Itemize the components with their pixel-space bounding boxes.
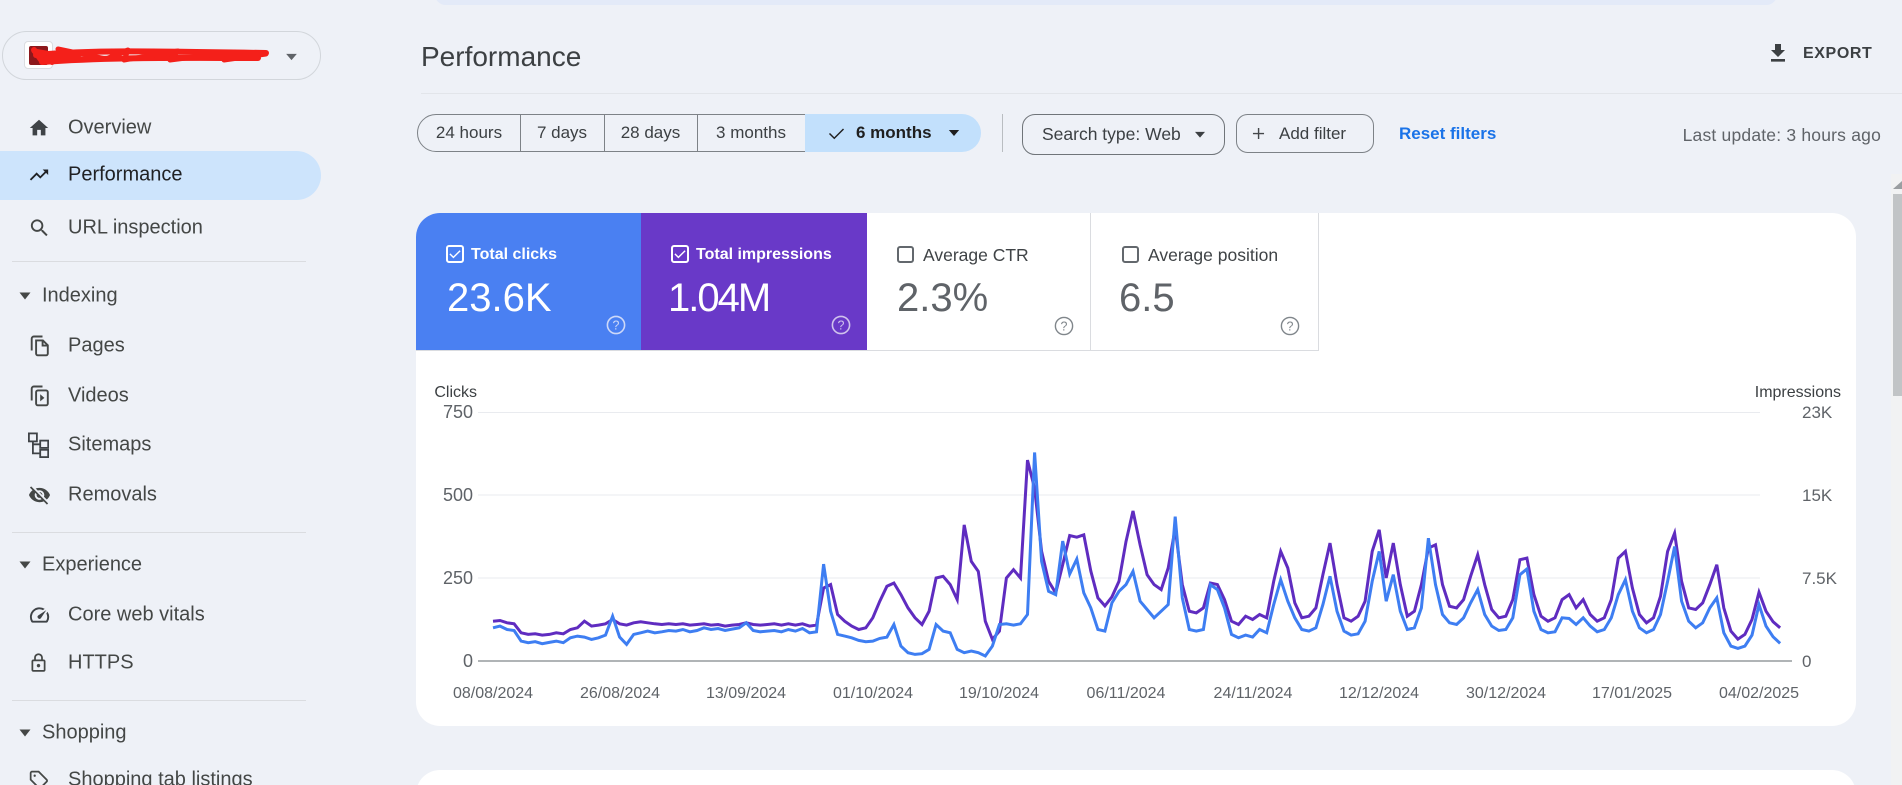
svg-text:?: ? xyxy=(1061,319,1068,333)
svg-text:04/02/2025: 04/02/2025 xyxy=(1719,685,1799,702)
svg-text:08/08/2024: 08/08/2024 xyxy=(453,685,533,702)
svg-text:250: 250 xyxy=(443,568,473,588)
svg-text:0: 0 xyxy=(463,651,473,671)
svg-text:?: ? xyxy=(1287,319,1294,333)
svg-text:06/11/2024: 06/11/2024 xyxy=(1087,685,1166,702)
svg-text:23K: 23K xyxy=(1802,403,1833,422)
svg-text:30/12/2024: 30/12/2024 xyxy=(1466,685,1546,702)
svg-text:01/10/2024: 01/10/2024 xyxy=(833,685,913,702)
svg-text:17/01/2025: 17/01/2025 xyxy=(1592,685,1672,702)
svg-text:12/12/2024: 12/12/2024 xyxy=(1339,685,1419,702)
svg-text:750: 750 xyxy=(443,402,473,422)
svg-text:24/11/2024: 24/11/2024 xyxy=(1214,685,1293,702)
svg-text:Impressions: Impressions xyxy=(1755,384,1841,401)
svg-text:26/08/2024: 26/08/2024 xyxy=(580,685,660,702)
svg-text:500: 500 xyxy=(443,485,473,505)
svg-text:Clicks: Clicks xyxy=(434,384,477,401)
svg-text:13/09/2024: 13/09/2024 xyxy=(706,685,786,702)
svg-text:?: ? xyxy=(613,318,620,332)
svg-text:7.5K: 7.5K xyxy=(1802,569,1838,588)
svg-text:15K: 15K xyxy=(1802,486,1833,505)
svg-text:?: ? xyxy=(838,318,845,332)
svg-text:19/10/2024: 19/10/2024 xyxy=(959,685,1039,702)
svg-text:0: 0 xyxy=(1802,652,1811,671)
